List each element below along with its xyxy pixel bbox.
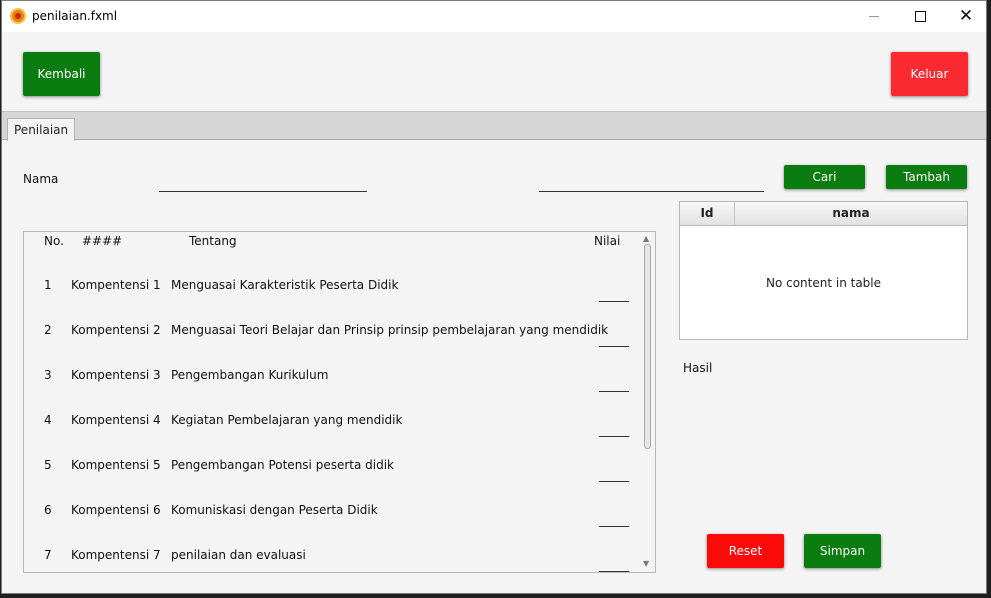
score-field[interactable] bbox=[599, 526, 629, 527]
score-field[interactable] bbox=[599, 346, 629, 347]
search-input[interactable] bbox=[539, 173, 764, 192]
row-topic: Pengembangan Kurikulum bbox=[171, 368, 329, 382]
header-code: #### bbox=[82, 234, 123, 248]
result-label: Hasil bbox=[683, 361, 713, 375]
row-topic: Kegiatan Pembelajaran yang mendidik bbox=[171, 413, 403, 427]
row-no: 4 bbox=[44, 413, 52, 427]
header-no: No. bbox=[44, 234, 64, 248]
tab-penilaian[interactable]: Penilaian bbox=[7, 118, 76, 141]
row-code: Kompentensi 7 bbox=[71, 548, 161, 562]
close-icon[interactable]: ✕ bbox=[943, 1, 986, 32]
title-bar: penilaian.fxml ✕ bbox=[2, 1, 986, 32]
score-field[interactable] bbox=[599, 481, 629, 482]
exit-button[interactable]: Keluar bbox=[891, 52, 968, 96]
row-code: Kompentensi 3 bbox=[71, 368, 161, 382]
score-field[interactable] bbox=[599, 436, 629, 437]
app-window: penilaian.fxml ✕ Kembali Keluar Penilaia… bbox=[1, 0, 987, 594]
name-label: Nama bbox=[23, 172, 59, 186]
scroll-thumb[interactable] bbox=[644, 244, 651, 449]
row-topic: penilaian dan evaluasi bbox=[171, 548, 306, 562]
scroll-down-icon[interactable]: ▼ bbox=[643, 559, 649, 568]
score-field[interactable] bbox=[599, 301, 629, 302]
row-topic: Menguasai Teori Belajar dan Prinsip prin… bbox=[171, 323, 609, 337]
row-no: 5 bbox=[44, 458, 52, 472]
save-button[interactable]: Simpan bbox=[804, 534, 881, 568]
row-no: 6 bbox=[44, 503, 52, 517]
scroll-up-icon[interactable]: ▲ bbox=[643, 234, 649, 243]
table-header: Id nama bbox=[680, 202, 967, 226]
name-field[interactable] bbox=[159, 173, 367, 192]
row-no: 3 bbox=[44, 368, 52, 382]
row-topic: Komuniskasi dengan Peserta Didik bbox=[171, 503, 378, 517]
row-topic: Pengembangan Potensi peserta didik bbox=[171, 458, 394, 472]
tab-bar: Penilaian bbox=[2, 111, 986, 141]
search-button[interactable]: Cari bbox=[784, 165, 865, 189]
minimize-icon[interactable] bbox=[851, 1, 897, 32]
score-field[interactable] bbox=[599, 391, 629, 392]
result-table[interactable]: Id nama No content in table bbox=[679, 201, 968, 340]
app-icon bbox=[10, 8, 26, 24]
header-score: Nilai bbox=[594, 234, 621, 248]
competency-list[interactable]: No. #### Tentang Nilai 1 Kompentensi 1 M… bbox=[23, 231, 656, 573]
row-no: 1 bbox=[44, 278, 52, 292]
row-code: Kompentensi 2 bbox=[71, 323, 161, 337]
column-header-id[interactable]: Id bbox=[680, 202, 735, 225]
header-topic: Tentang bbox=[189, 234, 237, 248]
row-code: Kompentensi 1 bbox=[71, 278, 161, 292]
row-code: Kompentensi 4 bbox=[71, 413, 161, 427]
vertical-scrollbar[interactable]: ▲ ▼ bbox=[640, 232, 655, 572]
add-button[interactable]: Tambah bbox=[886, 165, 967, 189]
score-field[interactable] bbox=[599, 571, 629, 572]
maximize-icon[interactable] bbox=[897, 1, 943, 32]
window-title: penilaian.fxml bbox=[32, 9, 118, 23]
row-no: 2 bbox=[44, 323, 52, 337]
column-header-nama[interactable]: nama bbox=[735, 202, 967, 225]
reset-button[interactable]: Reset bbox=[707, 534, 784, 568]
row-code: Kompentensi 5 bbox=[71, 458, 161, 472]
row-topic: Menguasai Karakteristik Peserta Didik bbox=[171, 278, 399, 292]
row-no: 7 bbox=[44, 548, 52, 562]
back-button[interactable]: Kembali bbox=[23, 52, 100, 96]
row-code: Kompentensi 6 bbox=[71, 503, 161, 517]
empty-table-message: No content in table bbox=[765, 276, 882, 290]
